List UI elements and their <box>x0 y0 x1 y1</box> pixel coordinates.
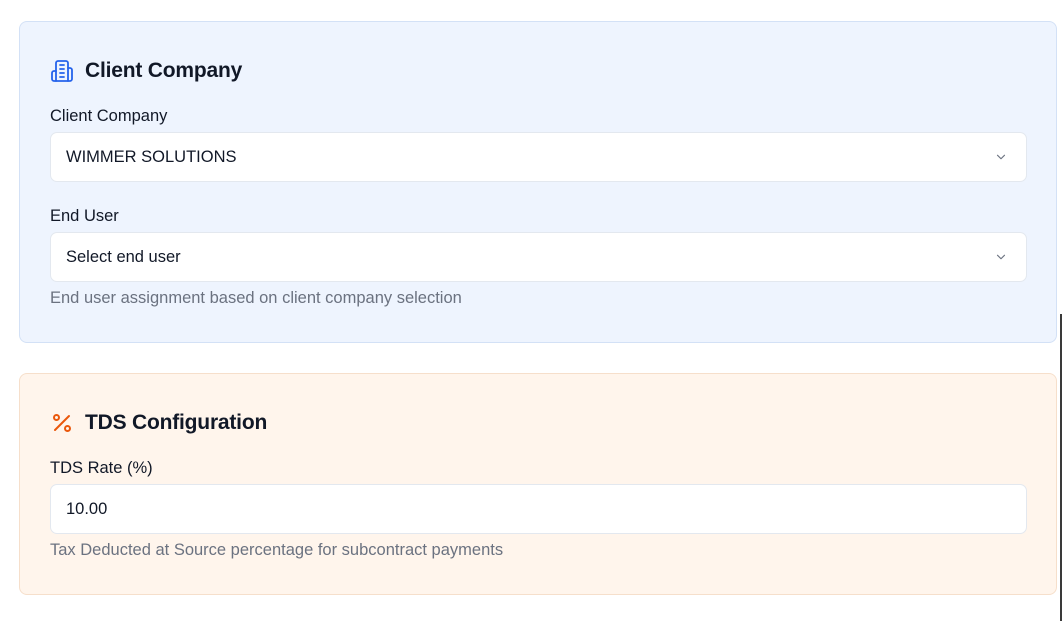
tds-rate-input[interactable]: 10.00 <box>50 484 1027 534</box>
tds-rate-label: TDS Rate (%) <box>50 459 153 477</box>
end-user-select[interactable]: Select end user <box>50 232 1027 282</box>
building-icon <box>50 59 74 83</box>
client-company-card: Client Company Client Company WIMMER SOL… <box>19 21 1057 343</box>
tds-rate-helper-text: Tax Deducted at Source percentage for su… <box>50 541 504 559</box>
end-user-label: End User <box>50 207 119 225</box>
end-user-value: Select end user <box>66 247 181 266</box>
window-edge-divider <box>1060 314 1062 621</box>
chevron-down-icon <box>993 149 1009 165</box>
client-company-title: Client Company <box>85 59 243 82</box>
client-company-value: WIMMER SOLUTIONS <box>66 147 237 166</box>
chevron-down-icon <box>993 249 1009 265</box>
tds-rate-value: 10.00 <box>66 499 108 518</box>
end-user-helper-text: End user assignment based on client comp… <box>50 289 462 307</box>
tds-configuration-card: TDS Configuration TDS Rate (%) 10.00 Tax… <box>19 373 1057 595</box>
tds-configuration-header: TDS Configuration <box>50 408 267 438</box>
percent-icon <box>50 411 74 435</box>
client-company-header: Client Company <box>50 56 242 86</box>
client-company-label: Client Company <box>50 107 168 125</box>
client-company-select[interactable]: WIMMER SOLUTIONS <box>50 132 1027 182</box>
tds-configuration-title: TDS Configuration <box>85 411 268 434</box>
